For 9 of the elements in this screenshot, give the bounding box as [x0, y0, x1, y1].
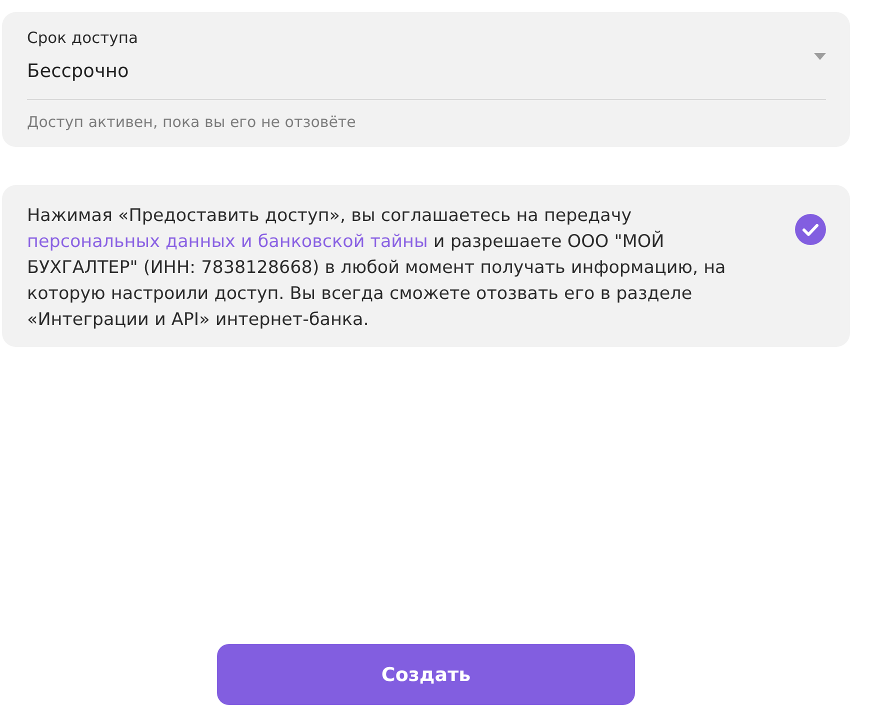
- field-label: Срок доступа: [27, 28, 139, 48]
- checkbox-checked-icon[interactable]: [795, 214, 826, 245]
- dropdown-caret-icon: [814, 53, 826, 60]
- consent-text: Нажимая «Предоставить доступ», вы соглашаетесь на передачу персональных данных и банковской тайны и разрешаете ООО "МОЙ БУХГАЛТЕР" (ИНН: 7838128668) в любой момент получать информацию, на которую настроили доступ. Вы всегда сможете отозвать его в разделе «Интеграции и API» интернет-банка.: [27, 205, 727, 332]
- consent-link[interactable]: персональных данных и банковской тайны: [27, 232, 428, 252]
- select-value: Бессрочно: [27, 60, 130, 84]
- create-button[interactable]: Создать: [217, 644, 635, 705]
- access-period-select[interactable]: Срок доступа Бессрочно: [27, 28, 826, 100]
- field-hint: Доступ активен, пока вы его не отзовёте: [27, 112, 357, 132]
